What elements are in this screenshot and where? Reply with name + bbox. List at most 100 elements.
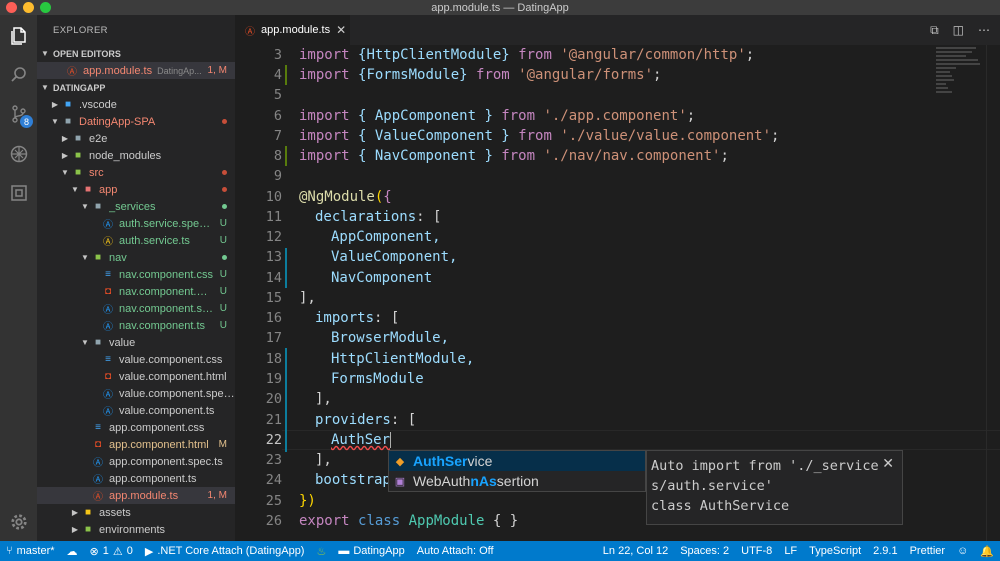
git-added-marker (285, 65, 287, 85)
problems-item[interactable]: ⊗ 1 ⚠ 0 (84, 545, 139, 558)
suggest-item-webauthnassertion[interactable]: ▣ WebAuthnAssertion (389, 471, 645, 491)
cursor-position-item[interactable]: Ln 22, Col 12 (597, 545, 674, 557)
tree-item-assets[interactable]: ▶ ■ assets (37, 504, 235, 521)
tree-item-nav-spec[interactable]: Ⓐnav.component.sp... U (37, 300, 235, 317)
close-icon[interactable]: ✕ (336, 23, 346, 37)
tree-item-auth-service-spec[interactable]: Ⓐauth.service.spec.... U (37, 215, 235, 232)
more-actions-icon[interactable]: ⋯ (978, 23, 990, 37)
auto-attach-item[interactable]: Auto Attach: Off (411, 545, 500, 557)
tree-item-environments[interactable]: ▶ ■ environments (37, 521, 235, 538)
encoding-item[interactable]: UTF-8 (735, 545, 778, 557)
debug-config-item[interactable]: ▶ .NET Core Attach (DatingApp) (139, 545, 311, 558)
folder-icon: ■ (64, 99, 72, 110)
tree-item-node-modules[interactable]: ▶ ■ node_modules (37, 147, 235, 164)
search-icon[interactable] (6, 62, 31, 87)
tab-app-module[interactable]: Ⓐ app.module.ts ✕ (235, 15, 350, 45)
smiley-icon: ☺ (957, 545, 969, 557)
line-number: 9 (273, 168, 282, 184)
line-number: 5 (273, 87, 282, 103)
tree-item-src[interactable]: ▼ ■ src (37, 164, 235, 181)
vertical-scrollbar[interactable] (986, 45, 1000, 541)
minimap[interactable] (936, 45, 986, 125)
explorer-icon[interactable] (6, 23, 31, 48)
ts-version-item[interactable]: 2.9.1 (867, 545, 903, 557)
tree-item-nav-folder[interactable]: ▼ ■ nav (37, 249, 235, 266)
minimize-window-button[interactable] (23, 2, 34, 13)
tree-item-app-html[interactable]: ◘ app.component.html M (37, 436, 235, 453)
feedback-item[interactable]: ☺ (951, 545, 974, 557)
sync-icon: ☁ (66, 545, 78, 558)
chevron-down-icon: ▼ (81, 338, 89, 347)
open-editor-item[interactable]: Ⓐ app.module.ts DatingAp... 1, M (37, 62, 235, 79)
chevron-right-icon: ▶ (61, 151, 69, 160)
tree-item-vscode[interactable]: ▶ ■ .vscode (37, 96, 235, 113)
css-file-icon: ≡ (95, 422, 101, 433)
tree-item-value-spec[interactable]: Ⓐvalue.component.spec... (37, 385, 235, 402)
eol-item[interactable]: LF (778, 545, 803, 557)
line-number: 24 (265, 472, 282, 488)
title-bar: app.module.ts — DatingApp (0, 0, 1000, 15)
tree-item-auth-service[interactable]: Ⓐauth.service.ts U (37, 232, 235, 249)
suggest-item-authservice[interactable]: ◆ AuthService (389, 451, 645, 471)
line-number: 14 (265, 270, 282, 286)
tree-item-app-component-ts[interactable]: Ⓐapp.component.ts (37, 470, 235, 487)
tree-item-datingapp-spa[interactable]: ▼ ■ DatingApp-SPA (37, 113, 235, 130)
tree-item-app-spec[interactable]: Ⓐapp.component.spec.ts (37, 453, 235, 470)
code-line-18: HttpClientModule, (331, 351, 475, 367)
angular-file-icon: Ⓐ (103, 390, 113, 401)
folder-icon: ■ (94, 337, 102, 348)
git-branch-item[interactable]: ⑂ master* (0, 545, 61, 557)
live-icon-item[interactable]: ♨ (310, 545, 332, 558)
debug-icon[interactable] (6, 141, 31, 166)
project-section[interactable]: ▼ DATINGAPP (37, 79, 235, 96)
notifications-item[interactable]: 🔔 (974, 545, 1000, 558)
interface-icon: ▣ (394, 475, 406, 488)
folder-icon: ■ (94, 252, 102, 263)
tree-item-services[interactable]: ▼ ■ _services (37, 198, 235, 215)
extensions-icon[interactable] (6, 180, 31, 205)
error-icon: ⊗ (89, 545, 99, 558)
chevron-down-icon: ▼ (61, 168, 69, 177)
open-changes-icon[interactable]: ⧉ (930, 23, 939, 38)
line-number: 19 (265, 371, 282, 387)
split-editor-icon[interactable]: ◫ (953, 23, 964, 37)
tree-item-value-ts[interactable]: Ⓐvalue.component.ts (37, 402, 235, 419)
tree-item-value-folder[interactable]: ▼ ■ value (37, 334, 235, 351)
line-number: 25 (265, 493, 282, 509)
gear-icon[interactable] (6, 509, 31, 534)
code-line-26: export class AppModule { } (299, 513, 519, 529)
indentation-item[interactable]: Spaces: 2 (674, 545, 735, 557)
angular-file-icon: Ⓐ (93, 492, 103, 503)
folder-icon: ■ (74, 150, 82, 161)
angular-file-icon: Ⓐ (93, 458, 103, 469)
window-controls (6, 2, 51, 13)
tree-item-e2e[interactable]: ▶ ■ e2e (37, 130, 235, 147)
tree-item-app-module[interactable]: Ⓐapp.module.ts 1, M (37, 487, 235, 504)
code-line-10: @NgModule({ (299, 189, 392, 205)
maximize-window-button[interactable] (40, 2, 51, 13)
language-item[interactable]: TypeScript (803, 545, 867, 557)
chevron-right-icon: ▶ (71, 525, 79, 534)
tree-item-app-folder[interactable]: ▼ ■ app (37, 181, 235, 198)
tree-item-value-css[interactable]: ≡ value.component.css (37, 351, 235, 368)
tree-item-nav-html[interactable]: ◘ nav.component.ht... U (37, 283, 235, 300)
activity-bar: 8 (0, 15, 37, 541)
source-control-icon[interactable]: 8 (6, 101, 33, 128)
css-file-icon: ≡ (105, 269, 111, 280)
close-window-button[interactable] (6, 2, 17, 13)
open-editors-section[interactable]: ▼ OPEN EDITORS (37, 45, 235, 62)
formatter-item[interactable]: Prettier (904, 545, 951, 557)
tree-item-nav-css[interactable]: ≡ nav.component.css U (37, 266, 235, 283)
line-number: 18 (265, 351, 282, 367)
sync-item[interactable]: ☁ (61, 545, 84, 558)
folder-item[interactable]: ▬ DatingApp (332, 545, 410, 557)
tree-item-nav-ts[interactable]: Ⓐnav.component.ts U (37, 317, 235, 334)
close-icon[interactable]: ✕ (882, 453, 894, 473)
play-icon: ▶ (144, 545, 154, 558)
tree-item-value-html[interactable]: ◘ value.component.html (37, 368, 235, 385)
explorer-sidebar: EXPLORER ▼ OPEN EDITORS Ⓐ app.module.ts D… (37, 15, 235, 541)
code-line-12: AppComponent, (331, 229, 441, 245)
class-icon: ◆ (395, 455, 405, 468)
line-number: 23 (265, 452, 282, 468)
tree-item-app-css[interactable]: ≡ app.component.css (37, 419, 235, 436)
